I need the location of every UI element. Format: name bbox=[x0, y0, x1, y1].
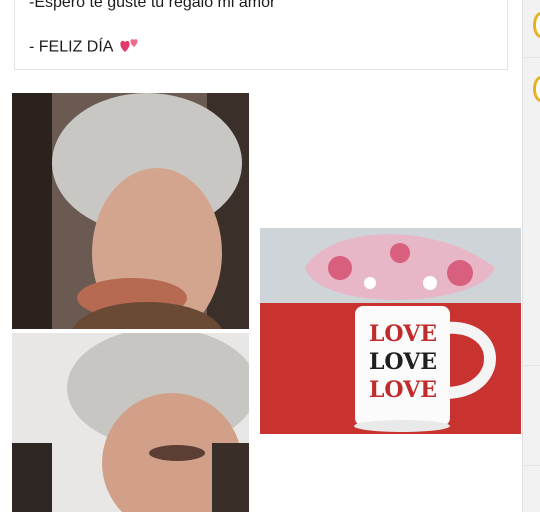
mug-word-2: LOVE bbox=[368, 349, 438, 375]
post-message-text: - FELIZ DÍA bbox=[29, 38, 113, 56]
post-text-card: -Espero te guste tu regalo mi amor - FEL… bbox=[14, 0, 508, 70]
mug-word-3: LOVE bbox=[368, 377, 438, 403]
sidebar-avatar[interactable] bbox=[533, 76, 540, 102]
divider bbox=[524, 465, 540, 466]
post-message-line-2: - FELIZ DÍA bbox=[29, 36, 141, 59]
right-sidebar bbox=[522, 0, 540, 512]
meme-photo-bottom[interactable] bbox=[12, 333, 249, 512]
post-message-line-1: -Espero te guste tu regalo mi amor bbox=[29, 0, 276, 11]
mug-word-1: LOVE bbox=[368, 321, 438, 347]
meme-photo-top[interactable] bbox=[12, 93, 249, 329]
two-hearts-icon bbox=[119, 36, 141, 59]
divider bbox=[524, 365, 540, 366]
sidebar-avatar[interactable] bbox=[533, 12, 540, 38]
gift-mug-photo[interactable]: LOVE LOVE LOVE bbox=[260, 228, 521, 434]
divider bbox=[524, 57, 540, 58]
